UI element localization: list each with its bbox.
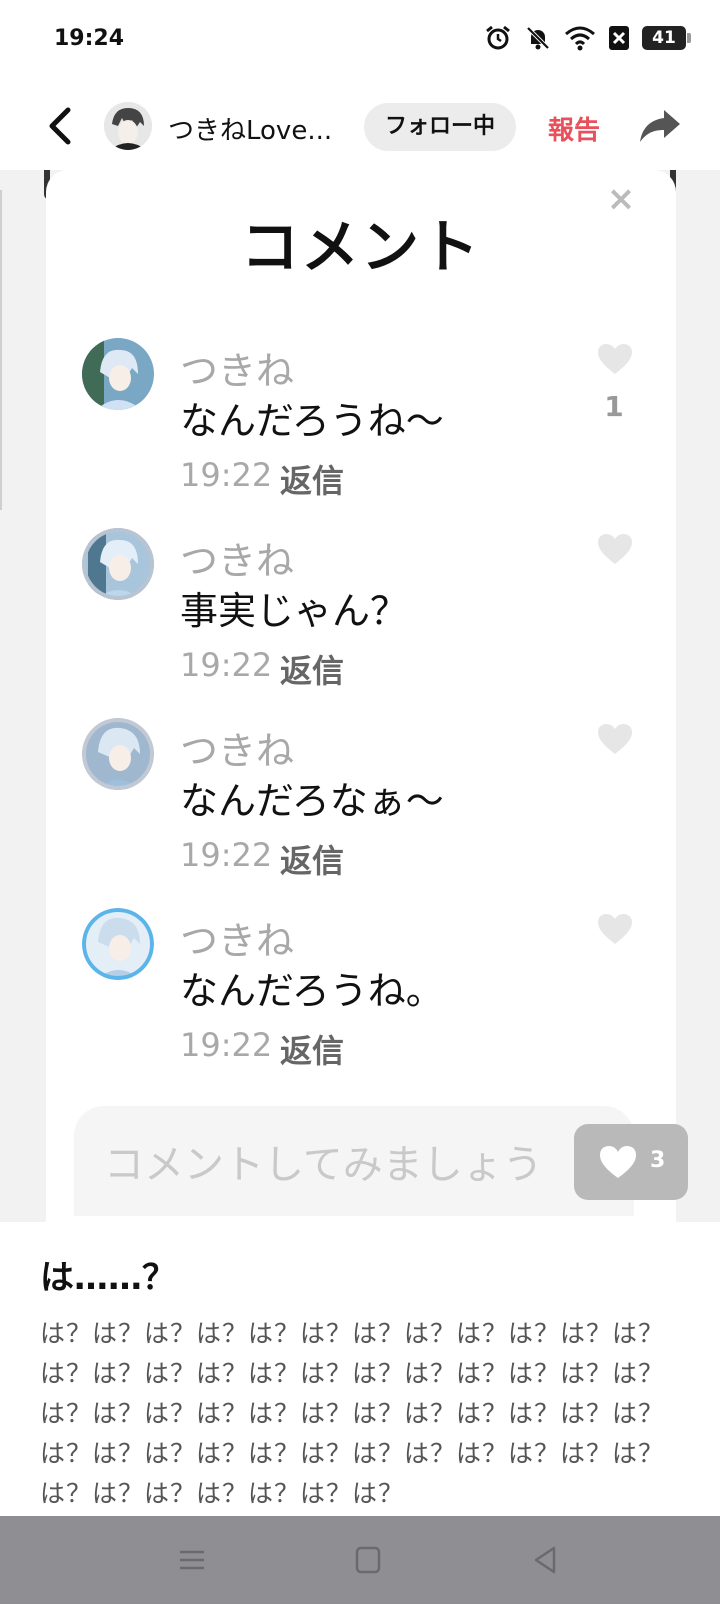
heart-icon[interactable] xyxy=(596,532,634,566)
chevron-left-icon[interactable] xyxy=(40,104,80,148)
commenter-name: つきね xyxy=(180,729,295,773)
comment-time: 19:22 xyxy=(180,836,273,874)
backdrop-edge xyxy=(0,190,2,510)
share-arrow-icon[interactable] xyxy=(638,106,682,146)
post-title: は……？ xyxy=(40,1258,176,1298)
system-nav-bar xyxy=(0,1516,720,1604)
report-button[interactable]: 報告 xyxy=(548,110,600,147)
commenter-avatar[interactable] xyxy=(82,908,154,980)
home-square-icon[interactable] xyxy=(350,1544,386,1576)
commenter-name: つきね xyxy=(180,349,295,393)
commenter-avatar[interactable] xyxy=(82,718,154,790)
commenter-name: つきね xyxy=(180,919,295,963)
avatar[interactable] xyxy=(104,102,152,150)
comment-time: 19:22 xyxy=(180,1026,273,1064)
commenter-avatar[interactable] xyxy=(82,338,154,410)
comment-input-placeholder: コメントしてみましょう xyxy=(104,1142,543,1188)
like-count: 1 xyxy=(604,390,624,423)
status-bar: 19:24 41 xyxy=(0,0,720,80)
heart-icon xyxy=(600,1146,636,1178)
user-name[interactable]: つきねLove... xyxy=(168,110,338,147)
comment-item: つきね なんだろなぁ〜 19:22 返信 xyxy=(46,718,676,898)
follow-button[interactable]: フォロー中 xyxy=(364,103,516,151)
status-time: 19:24 xyxy=(54,26,125,51)
alarm-icon xyxy=(486,25,510,50)
post-header: つきねLove... フォロー中 報告 xyxy=(0,80,720,170)
close-icon[interactable]: × xyxy=(606,182,636,216)
comment-text: なんだろうね。 xyxy=(180,969,444,1013)
comment-item: つきね 事実じゃん？ 19:22 返信 xyxy=(46,528,676,708)
post-like-button[interactable]: 3 xyxy=(574,1124,688,1200)
commenter-name: つきね xyxy=(180,539,295,583)
post-body: は？は？は？は？は？は？は？は？は？は？は？は？は？は？は？は？は？は？は？は？… xyxy=(40,1319,665,1508)
comment-time: 19:22 xyxy=(180,646,273,684)
comments-modal: コメント × つきね なんだろうね〜 19:22 返信 1 つきね 事実じゃん？… xyxy=(46,170,676,1222)
comment-text: 事実じゃん？ xyxy=(180,589,409,633)
status-icons: 41 xyxy=(484,24,691,52)
heart-icon[interactable] xyxy=(596,342,634,376)
back-triangle-icon[interactable] xyxy=(528,1544,564,1576)
heart-icon[interactable] xyxy=(596,912,634,946)
wifi-icon xyxy=(565,26,595,51)
comment-item: つきね なんだろうね。 19:22 返信 xyxy=(46,908,676,1088)
reply-button[interactable]: 返信 xyxy=(280,456,344,502)
modal-title: コメント xyxy=(240,213,481,281)
battery-icon: 41 xyxy=(642,26,691,50)
post-content: は……？ は？は？は？は？は？は？は？は？は？は？は？は？は？は？は？は？は？は… xyxy=(0,1222,720,1516)
comment-input[interactable]: コメントしてみましょう xyxy=(74,1106,634,1216)
commenter-avatar[interactable] xyxy=(82,528,154,600)
bell-muted-icon xyxy=(526,26,550,50)
reply-button[interactable]: 返信 xyxy=(280,1026,344,1072)
post-like-count: 3 xyxy=(650,1148,666,1173)
comment-item: つきね なんだろうね〜 19:22 返信 1 xyxy=(46,338,676,518)
heart-icon[interactable] xyxy=(596,722,634,756)
comment-text: なんだろなぁ〜 xyxy=(180,779,444,823)
reply-button[interactable]: 返信 xyxy=(280,836,344,882)
reply-button[interactable]: 返信 xyxy=(280,646,344,692)
menu-icon[interactable] xyxy=(174,1544,210,1576)
comment-time: 19:22 xyxy=(180,456,273,494)
comment-text: なんだろうね〜 xyxy=(180,399,444,443)
sim-blocked-icon xyxy=(609,26,629,50)
